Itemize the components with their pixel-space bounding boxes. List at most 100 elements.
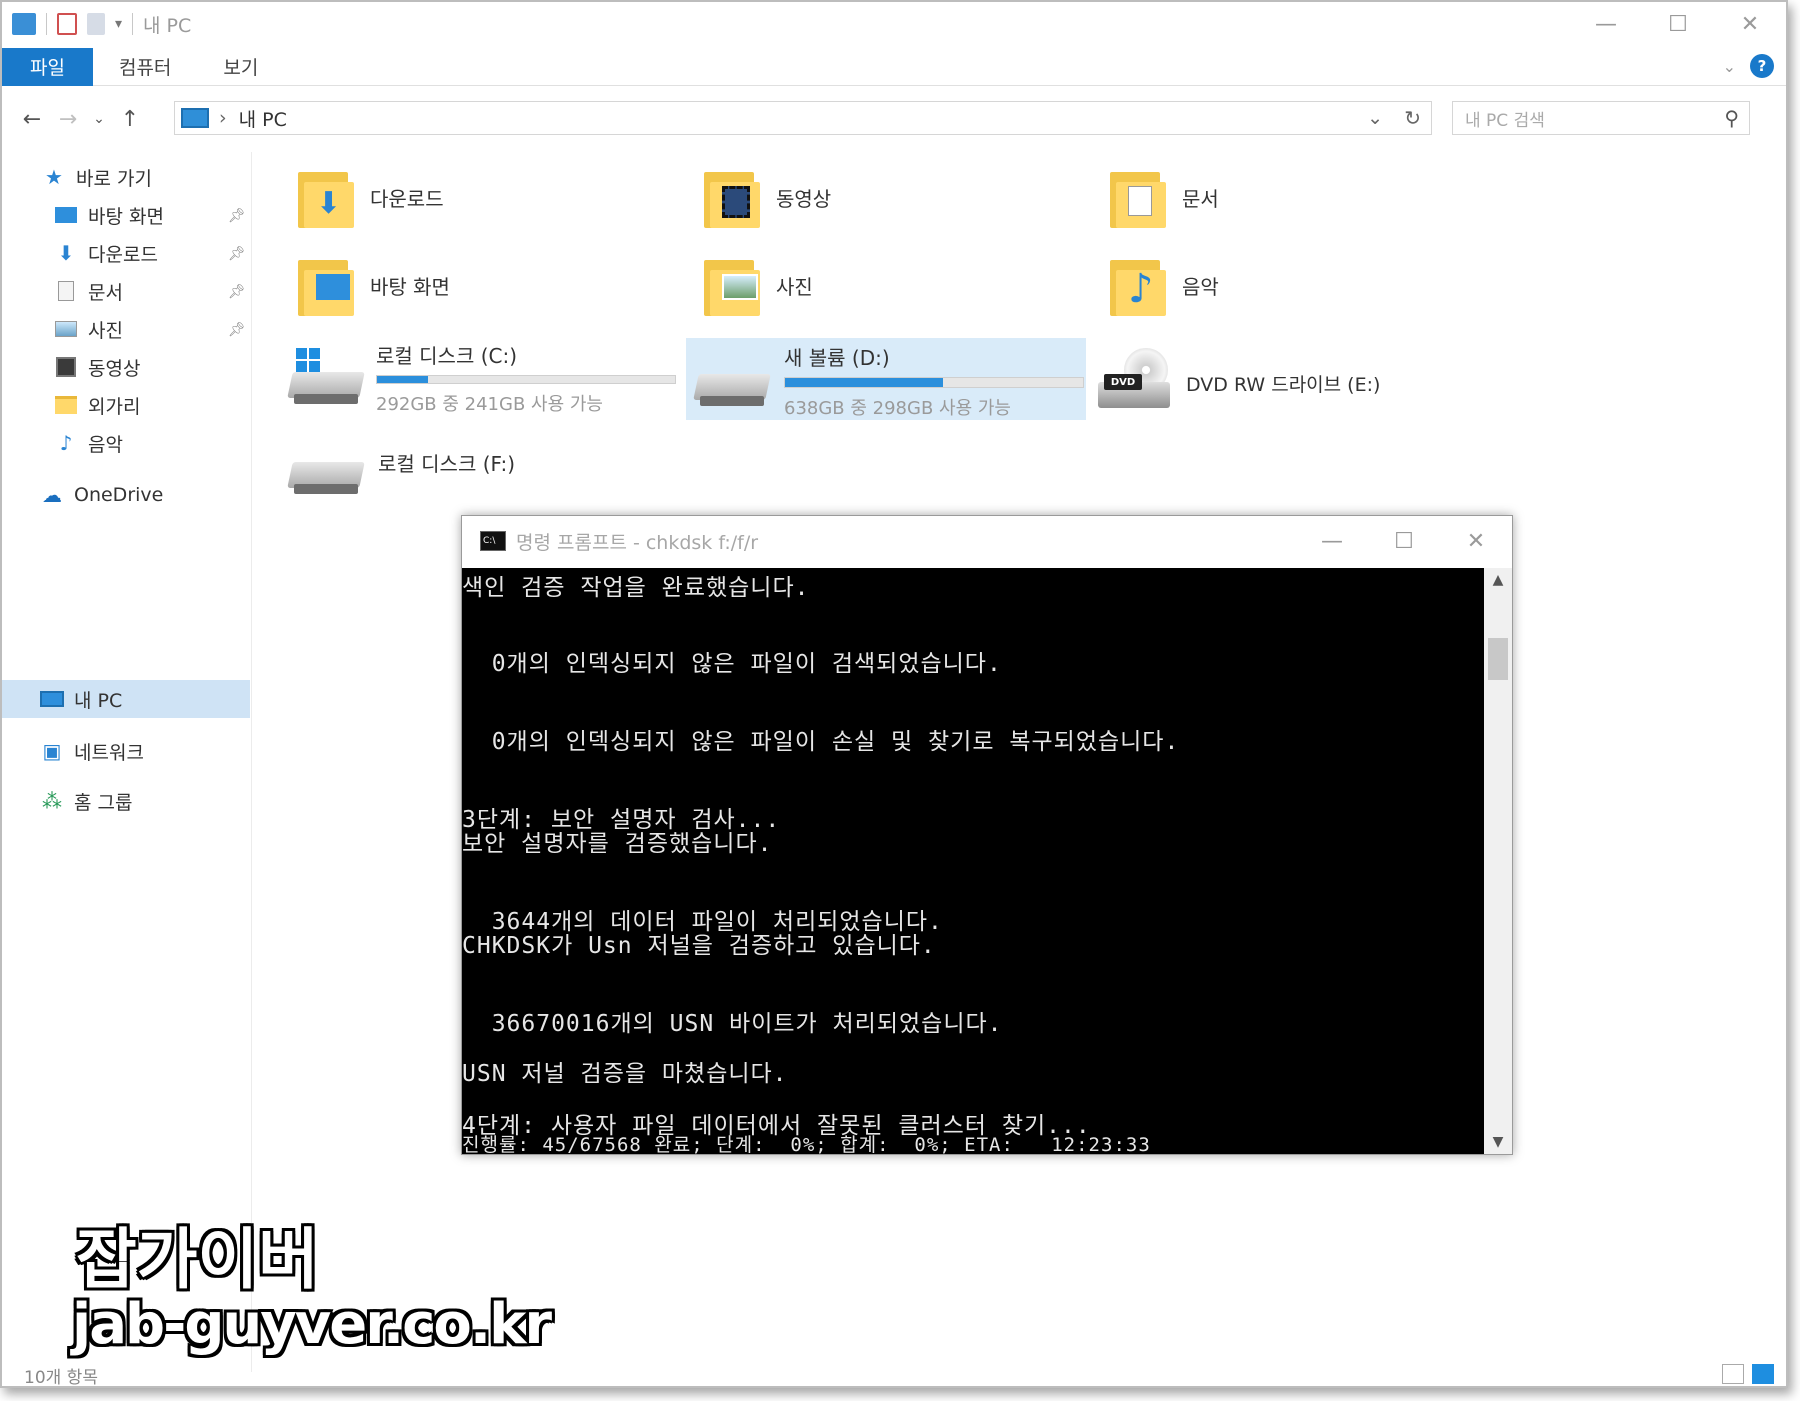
- search-placeholder: 내 PC 검색: [1465, 110, 1545, 131]
- folder-music[interactable]: ♪ 음악: [1110, 254, 1219, 316]
- cmd-line: 진행률: 45/67568 완료; 단계: 0%; 합계: 0%; ETA: 1…: [462, 1134, 1151, 1154]
- cmd-line: 0개의 인덱싱되지 않은 파일이 손실 및 찾기로 복구되었습니다.: [462, 729, 1180, 755]
- details-view-icon[interactable]: [1722, 1364, 1744, 1384]
- sidebar-item-documents[interactable]: 문서: [54, 274, 123, 308]
- command-prompt-window[interactable]: C:\ 명령 프롬프트 - chkdsk f:/f/r — ☐ ✕ 색인 검증 …: [461, 515, 1513, 1155]
- maximize-button[interactable]: ☐: [1642, 2, 1714, 46]
- pin-icon[interactable]: 📌︎: [228, 246, 246, 262]
- cmd-minimize-button[interactable]: —: [1296, 516, 1368, 566]
- cmd-output[interactable]: 색인 검증 작업을 완료했습니다. 0개의 인덱싱되지 않은 파일이 검색되었습…: [462, 568, 1484, 1154]
- sidebar-item-homegroup[interactable]: ⁂ 홈 그룹: [40, 784, 132, 818]
- drive-name: 로컬 디스크 (C:): [376, 344, 518, 368]
- search-input[interactable]: 내 PC 검색 ⚲: [1452, 101, 1750, 135]
- drive-f[interactable]: 로컬 디스크 (F:): [286, 448, 546, 508]
- sidebar-item-label: 바로 가기: [76, 167, 152, 190]
- folder-desktop[interactable]: 바탕 화면: [298, 254, 450, 316]
- drive-c[interactable]: 로컬 디스크 (C:) 292GB 중 241GB 사용 가능: [286, 336, 676, 416]
- back-arrow-icon[interactable]: ←: [14, 107, 50, 132]
- new-folder-icon[interactable]: [87, 13, 105, 35]
- sidebar-item-label: 네트워크: [74, 741, 144, 764]
- breadcrumb-chevron-icon[interactable]: ›: [219, 107, 227, 129]
- cmd-icon: C:\: [480, 531, 506, 551]
- watermark-title: 잡가이버: [76, 1221, 319, 1298]
- view-toggle: [1722, 1364, 1774, 1384]
- tab-computer[interactable]: 컴퓨터: [93, 48, 197, 86]
- search-icon[interactable]: ⚲: [1724, 106, 1739, 130]
- hard-drive-icon: [693, 360, 771, 410]
- minimize-button[interactable]: —: [1570, 2, 1642, 46]
- watermark-url: jab-guyver.co.kr: [72, 1292, 552, 1357]
- sidebar-item-this-pc[interactable]: 내 PC: [40, 682, 122, 716]
- network-icon: ▣: [42, 739, 62, 763]
- folder-videos[interactable]: 동영상: [704, 166, 831, 228]
- chevron-down-icon[interactable]: ⌄: [1367, 107, 1383, 129]
- tab-file[interactable]: 파일: [2, 47, 93, 86]
- sidebar-item-onedrive[interactable]: ☁ OneDrive: [40, 478, 163, 512]
- toolbar-divider: [132, 13, 134, 35]
- window-controls: — ☐ ✕: [1570, 2, 1786, 46]
- toolbar-divider: [46, 13, 47, 35]
- folder-pictures[interactable]: 사진: [704, 254, 813, 316]
- help-icon[interactable]: ?: [1750, 54, 1774, 78]
- pin-icon[interactable]: 📌︎: [228, 208, 246, 224]
- folder-icon: [704, 254, 760, 316]
- sidebar-item-videos[interactable]: 동영상: [54, 350, 140, 384]
- sidebar-item-desktop[interactable]: 바탕 화면: [54, 198, 164, 232]
- hard-drive-icon: [287, 348, 365, 408]
- status-bar: 10개 항목: [2, 1362, 1786, 1388]
- folder-downloads[interactable]: ⬇ 다운로드: [298, 166, 444, 228]
- cmd-close-button[interactable]: ✕: [1440, 516, 1512, 566]
- drive-d[interactable]: 새 볼륨 (D:) 638GB 중 298GB 사용 가능: [686, 338, 1086, 420]
- cmd-line: CHKDSK가 Usn 저널을 검증하고 있습니다.: [462, 933, 936, 959]
- customize-toolbar-icon[interactable]: ▾: [115, 16, 122, 32]
- sidebar-item-network[interactable]: ▣ 네트워크: [40, 734, 144, 768]
- close-button[interactable]: ✕: [1714, 2, 1786, 46]
- tab-view[interactable]: 보기: [197, 48, 284, 86]
- cmd-scrollbar[interactable]: ▲ ▼: [1484, 568, 1512, 1154]
- folder-icon: [704, 166, 760, 228]
- sidebar-item-music[interactable]: ♪ 음악: [54, 426, 123, 460]
- recent-locations-icon[interactable]: ⌄: [86, 111, 112, 127]
- title-bar: ▾ 내 PC — ☐ ✕: [2, 2, 1786, 46]
- folder-label: 바탕 화면: [370, 274, 450, 299]
- large-icons-view-icon[interactable]: [1752, 1364, 1774, 1384]
- sidebar-item-downloads[interactable]: ⬇ 다운로드: [54, 236, 158, 270]
- folder-icon: ⬇: [298, 166, 354, 228]
- pin-icon[interactable]: 📌︎: [228, 322, 246, 338]
- drive-e-dvd[interactable]: DVD DVD RW 드라이브 (E:): [1098, 348, 1428, 418]
- sidebar-item-label: 다운로드: [88, 243, 158, 266]
- cloud-icon: ☁: [42, 483, 62, 507]
- hard-drive-icon: [287, 448, 365, 498]
- sidebar-item-folder[interactable]: 외가리: [54, 388, 140, 422]
- dvd-drive-icon: DVD: [1098, 348, 1170, 418]
- sidebar-item-pictures[interactable]: 사진: [54, 312, 123, 346]
- cmd-line: 0개의 인덱싱되지 않은 파일이 검색되었습니다.: [462, 651, 1002, 677]
- desktop-icon: [54, 205, 78, 225]
- scroll-up-icon[interactable]: ▲: [1484, 568, 1512, 592]
- address-bar[interactable]: › 내 PC ⌄ ↻: [174, 101, 1432, 135]
- cmd-title-bar[interactable]: C:\ 명령 프롬프트 - chkdsk f:/f/r — ☐ ✕: [462, 516, 1512, 566]
- scroll-thumb[interactable]: [1488, 638, 1508, 680]
- folder-documents[interactable]: 문서: [1110, 166, 1219, 228]
- cmd-line: USN 저널 검증을 마쳤습니다.: [462, 1061, 788, 1087]
- up-arrow-icon[interactable]: ↑: [112, 107, 148, 132]
- scroll-down-icon[interactable]: ▼: [1484, 1130, 1512, 1154]
- properties-icon[interactable]: [57, 13, 77, 35]
- folder-label: 다운로드: [370, 186, 444, 211]
- item-count: 10개 항목: [24, 1367, 98, 1388]
- music-icon: ♪: [59, 431, 73, 455]
- forward-arrow-icon[interactable]: →: [50, 107, 86, 132]
- drive-usage-bar: [376, 375, 676, 384]
- navigation-bar: ← → ⌄ ↑ › 내 PC ⌄ ↻ 내 PC 검색 ⚲: [2, 98, 1786, 140]
- breadcrumb-location[interactable]: 내 PC: [239, 105, 287, 132]
- pin-icon[interactable]: 📌︎: [228, 284, 246, 300]
- homegroup-icon: ⁂: [42, 789, 62, 813]
- cmd-maximize-button[interactable]: ☐: [1368, 516, 1440, 566]
- star-icon: ★: [45, 165, 63, 189]
- music-icon: ♪: [1128, 266, 1154, 312]
- refresh-icon[interactable]: ↻: [1404, 106, 1421, 130]
- drive-name: 새 볼륨 (D:): [784, 346, 890, 370]
- sidebar-item-label: 홈 그룹: [74, 791, 133, 814]
- sidebar-item-quick-access[interactable]: ★ 바로 가기: [42, 160, 152, 194]
- expand-ribbon-icon[interactable]: ⌄: [1723, 57, 1736, 76]
